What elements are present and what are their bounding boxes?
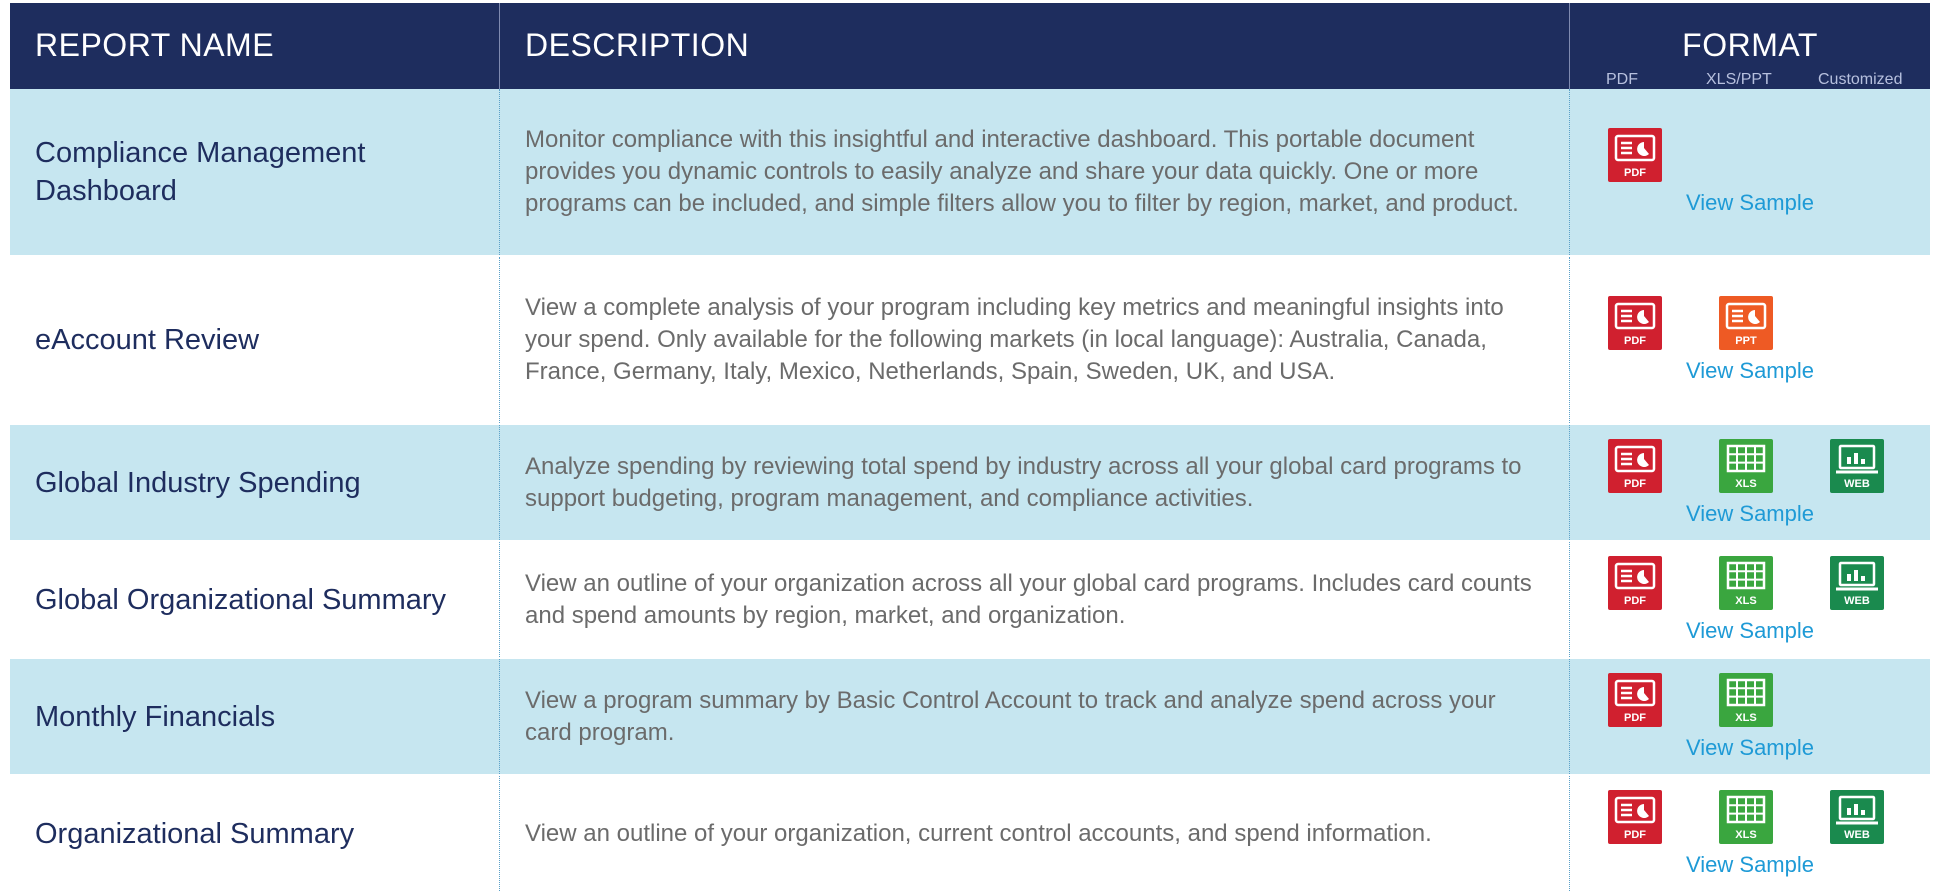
xls-icon-label: XLS — [1735, 829, 1756, 841]
report-description: View a complete analysis of your program… — [525, 294, 1504, 385]
table-row: Organizational Summary View an outline of… — [10, 776, 1930, 893]
header-description: DESCRIPTION — [525, 27, 750, 63]
table-row: Global Industry Spending Analyze spending… — [10, 425, 1930, 542]
report-name-cell: Global Industry Spending — [10, 425, 500, 540]
format-subcolumns: PDF XLS/PPT Customized — [1570, 71, 1930, 89]
pdf-download-icon[interactable]: PDF — [1608, 790, 1662, 844]
report-name: Compliance Management Dashboard — [35, 137, 366, 207]
pdf-icon-label: PDF — [1624, 595, 1646, 607]
view-sample-link[interactable]: View Sample — [1570, 618, 1930, 644]
report-name: Monthly Financials — [35, 700, 276, 733]
header-description-cell: DESCRIPTION — [500, 3, 1570, 89]
table-body: Compliance Management Dashboard Monitor c… — [10, 89, 1930, 893]
pdf-icon-label: PDF — [1624, 335, 1646, 347]
header-report-name: REPORT NAME — [35, 27, 275, 63]
web-download-icon[interactable]: WEB — [1830, 439, 1884, 493]
pdf-download-icon[interactable]: PDF — [1608, 556, 1662, 610]
subcol-pdf: PDF — [1606, 71, 1638, 88]
table-row: eAccount Review View a complete analysis … — [10, 257, 1930, 425]
table-row: Monthly Financials View a program summary… — [10, 659, 1930, 776]
pdf-download-icon[interactable]: PDF — [1608, 439, 1662, 493]
view-sample-link[interactable]: View Sample — [1570, 735, 1930, 761]
subcol-xls-ppt: XLS/PPT — [1706, 71, 1772, 88]
xls-download-icon[interactable]: XLS — [1719, 790, 1773, 844]
web-download-icon[interactable]: WEB — [1830, 790, 1884, 844]
description-cell: View a program summary by Basic Control … — [500, 659, 1570, 774]
description-cell: Analyze spending by reviewing total spen… — [500, 425, 1570, 540]
format-cell: PDF XLS WEB View Sample — [1570, 542, 1930, 657]
xls-download-icon[interactable]: XLS — [1719, 673, 1773, 727]
report-description: View a program summary by Basic Control … — [525, 686, 1496, 746]
pdf-icon-label: PDF — [1624, 167, 1646, 179]
xls-icon-label: XLS — [1735, 478, 1756, 490]
report-name-cell: Global Organizational Summary — [10, 542, 500, 657]
pdf-icon-label: PDF — [1624, 478, 1646, 490]
format-cell: PDF XLS WEB View Sample — [1570, 776, 1930, 891]
report-name: Organizational Summary — [35, 817, 355, 850]
report-description: Monitor compliance with this insightful … — [525, 126, 1519, 217]
ppt-icon-label: PPT — [1735, 335, 1757, 347]
format-cell: PDF XLS WEB View Sample — [1570, 425, 1930, 540]
table-row: Global Organizational Summary View an out… — [10, 542, 1930, 659]
pdf-download-icon[interactable]: PDF — [1608, 296, 1662, 350]
xls-download-icon[interactable]: XLS — [1719, 556, 1773, 610]
description-cell: View a complete analysis of your program… — [500, 257, 1570, 423]
xls-icon-label: XLS — [1735, 595, 1756, 607]
view-sample-link[interactable]: View Sample — [1570, 852, 1930, 878]
format-cell: PDF PPT View Sample — [1570, 257, 1930, 423]
pdf-download-icon[interactable]: PDF — [1608, 128, 1662, 182]
header-format: FORMAT — [1682, 27, 1818, 63]
format-cell: PDF XLS View Sample — [1570, 659, 1930, 774]
view-sample-link[interactable]: View Sample — [1570, 501, 1930, 527]
description-cell: View an outline of your organization acr… — [500, 542, 1570, 657]
report-name-cell: Monthly Financials — [10, 659, 500, 774]
report-name-cell: Organizational Summary — [10, 776, 500, 891]
xls-icon-label: XLS — [1735, 712, 1756, 724]
pdf-download-icon[interactable]: PDF — [1608, 673, 1662, 727]
report-name: Global Industry Spending — [35, 466, 361, 499]
report-description: Analyze spending by reviewing total spen… — [525, 452, 1522, 512]
report-description: View an outline of your organization, cu… — [525, 819, 1432, 847]
header-format-cell: FORMAT PDF XLS/PPT Customized — [1570, 3, 1930, 89]
reports-table: REPORT NAME DESCRIPTION FORMAT PDF XLS/P… — [10, 3, 1930, 893]
subcol-customized: Customized — [1818, 71, 1903, 88]
table-row: Compliance Management Dashboard Monitor c… — [10, 89, 1930, 257]
xls-download-icon[interactable]: XLS — [1719, 439, 1773, 493]
web-download-icon[interactable]: WEB — [1830, 556, 1884, 610]
format-cell: PDF View Sample — [1570, 89, 1930, 255]
view-sample-link[interactable]: View Sample — [1570, 190, 1930, 216]
report-name: Global Organizational Summary — [35, 583, 447, 616]
report-name: eAccount Review — [35, 324, 260, 356]
web-icon-label: WEB — [1844, 829, 1870, 841]
report-name-cell: Compliance Management Dashboard — [10, 89, 500, 255]
description-cell: View an outline of your organization, cu… — [500, 776, 1570, 891]
pdf-icon-label: PDF — [1624, 829, 1646, 841]
ppt-download-icon[interactable]: PPT — [1719, 296, 1773, 350]
description-cell: Monitor compliance with this insightful … — [500, 89, 1570, 255]
report-name-cell: eAccount Review — [10, 257, 500, 423]
table-header: REPORT NAME DESCRIPTION FORMAT PDF XLS/P… — [10, 3, 1930, 89]
report-description: View an outline of your organization acr… — [525, 569, 1532, 629]
view-sample-link[interactable]: View Sample — [1570, 358, 1930, 384]
web-icon-label: WEB — [1844, 595, 1870, 607]
header-report-name-cell: REPORT NAME — [10, 3, 500, 89]
web-icon-label: WEB — [1844, 478, 1870, 490]
pdf-icon-label: PDF — [1624, 712, 1646, 724]
